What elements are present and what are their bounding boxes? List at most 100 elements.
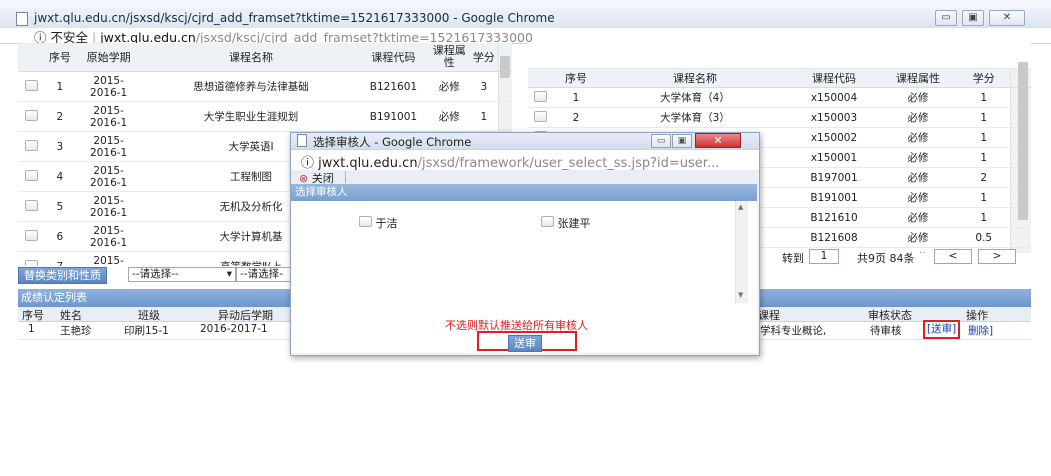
- minimize-icon[interactable]: ▭: [651, 134, 671, 148]
- checkbox[interactable]: [533, 90, 547, 102]
- row-course-attr: 必修: [428, 71, 471, 102]
- page-input[interactable]: 1: [809, 249, 839, 264]
- col-header-course-code: 课程代码: [790, 69, 878, 88]
- window-titlebar: jwxt.qlu.edu.cn/jsxsd/kscj/cjrd_add_fram…: [0, 8, 1051, 29]
- checkbox[interactable]: [25, 79, 39, 91]
- row-course-code: B191001: [358, 101, 429, 132]
- url-host: jwxt.qlu.edu.cn: [318, 156, 418, 171]
- page-icon: [16, 12, 28, 26]
- row-course-attr: 必修: [878, 147, 958, 168]
- dialog-section-header: 选择审核人: [291, 184, 757, 201]
- row-checkbox-cell[interactable]: [18, 161, 46, 192]
- row-no: 1: [45, 71, 74, 102]
- toolbar-divider: [345, 171, 346, 183]
- minimize-icon[interactable]: ▭: [935, 10, 957, 26]
- checkbox[interactable]: [25, 109, 39, 121]
- row-term: 2015-2016-1: [73, 71, 144, 102]
- next-page-button[interactable]: >: [978, 249, 1016, 264]
- col-header-course-attr: 课程属性: [428, 43, 471, 72]
- col-header-course-name: 课程名称: [143, 43, 359, 72]
- maximize-icon[interactable]: ▣: [962, 10, 984, 26]
- left-scrollbar-thumb[interactable]: [500, 56, 510, 78]
- row-credit: 0.5: [958, 227, 1010, 248]
- table-row: 1 大学体育（4） x150004 必修 1: [528, 87, 1031, 108]
- send-review-link[interactable]: [送审]: [923, 320, 961, 339]
- checkbox[interactable]: [25, 169, 39, 181]
- dialog-body: 于洁 张建平 ▲ ▼ 不选则默认推送给所有审核人 送审: [291, 201, 757, 353]
- submit-review-button[interactable]: 送审: [508, 335, 542, 352]
- prev-page-button[interactable]: <: [934, 249, 972, 264]
- col-header-course-attr: 课程属性: [878, 69, 958, 88]
- dialog-scrollbar[interactable]: ▲ ▼: [735, 201, 748, 303]
- row-course-attr: 必修: [878, 207, 958, 228]
- table-row: 2 2015- 2016-1 大学生职业生涯规划 B191001 必修 1: [18, 101, 512, 132]
- row-credit: 1: [958, 187, 1010, 208]
- chevron-down-icon: ▾: [226, 268, 232, 280]
- row-credit: 1: [958, 147, 1010, 168]
- scrollbar-track[interactable]: [497, 101, 512, 132]
- row-term: 2015-2016-1: [73, 221, 144, 252]
- row-course-attr: 必修: [878, 87, 958, 108]
- row-course-attr: 必修: [878, 107, 958, 128]
- row-credit: 1: [958, 87, 1010, 108]
- reviewer-option-1[interactable]: 于洁: [359, 215, 398, 231]
- close-icon[interactable]: ✕: [989, 10, 1025, 26]
- table-row: 1 2015- 2016-1 思想道德修养与法律基础 B121601 必修 3: [18, 71, 512, 102]
- scroll-up-icon[interactable]: ▲: [738, 203, 743, 211]
- scrollbar-track[interactable]: [1009, 227, 1031, 248]
- row-course-code: x150001: [790, 147, 878, 168]
- goto-label: 转到: [782, 252, 804, 265]
- dialog-titlebar: 选择审核人 - Google Chrome ▭ ▣ ✕: [291, 133, 759, 149]
- row-course-code: B191001: [790, 187, 878, 208]
- checkbox[interactable]: [541, 216, 554, 227]
- checkbox[interactable]: [533, 110, 547, 122]
- row-course-attr: 必修: [878, 187, 958, 208]
- dialog-title: 选择审核人 - Google Chrome: [313, 135, 472, 149]
- row-credit: 1: [470, 101, 499, 132]
- col-header-credit: 学分: [958, 69, 1010, 88]
- row-course-code: B197001: [790, 167, 878, 188]
- row-checkbox-cell[interactable]: [18, 71, 46, 102]
- row-course-name: 大学体育（3）: [600, 107, 790, 128]
- scroll-down-icon[interactable]: ▼: [738, 291, 743, 299]
- right-scrollbar-thumb[interactable]: [1018, 62, 1028, 220]
- dialog-address-bar[interactable]: ⓘ jwxt.qlu.edu.cn/jsxsd/framework/user_s…: [291, 149, 759, 171]
- row-no: 3: [45, 131, 74, 162]
- address-bar[interactable]: ⓘ 不安全 | jwxt.qlu.edu.cn/jsxsd/kscj/cjrd_…: [0, 28, 1051, 45]
- col-header-term: 原始学期: [73, 43, 144, 72]
- maximize-icon[interactable]: ▣: [672, 134, 692, 148]
- row-term: 2015-2016-1: [73, 101, 144, 132]
- row-course-attr: 必修: [428, 101, 471, 132]
- table-row: 2 大学体育（3） x150003 必修 1: [528, 107, 1031, 128]
- row-credit: 3: [470, 71, 499, 102]
- row-course-attr: 必修: [878, 127, 958, 148]
- row-no: 5: [45, 191, 74, 222]
- row-checkbox-cell[interactable]: [18, 191, 46, 222]
- row-name: 王艳珍: [60, 325, 92, 337]
- section-title: 成绩认定列表: [21, 291, 87, 304]
- col-header-no: 序号: [552, 69, 600, 88]
- pager: 转到 1 共9页 84条 < >: [782, 249, 1032, 265]
- checkbox[interactable]: [25, 229, 39, 241]
- row-course-attr: 必修: [878, 167, 958, 188]
- close-icon[interactable]: ✕: [695, 133, 741, 148]
- row-course-name: 大学生职业生涯规划: [143, 101, 359, 132]
- checkbox[interactable]: [359, 216, 372, 227]
- window-title: jwxt.qlu.edu.cn/jsxsd/kscj/cjrd_add_fram…: [34, 11, 555, 25]
- row-credit: 1: [958, 207, 1010, 228]
- row-term: 2015-2016-1: [73, 161, 144, 192]
- row-credit: 1: [958, 127, 1010, 148]
- category-select[interactable]: --请选择-- ▾: [128, 267, 236, 282]
- checkbox[interactable]: [25, 199, 39, 211]
- right-panel-gap: [528, 43, 1031, 69]
- row-checkbox-cell[interactable]: [18, 221, 46, 252]
- row-checkbox-cell[interactable]: [18, 131, 46, 162]
- row-checkbox-cell[interactable]: [18, 101, 46, 132]
- reviewer-option-2[interactable]: 张建平: [541, 215, 591, 231]
- url-path: /jsxsd/framework/user_select_ss.jsp?id=u…: [417, 156, 720, 171]
- replace-category-button[interactable]: 替换类别和性质: [18, 267, 107, 284]
- row-checkbox-cell[interactable]: [528, 107, 552, 128]
- delete-link[interactable]: 删除]: [968, 323, 993, 338]
- checkbox[interactable]: [25, 139, 39, 151]
- row-checkbox-cell[interactable]: [528, 87, 552, 108]
